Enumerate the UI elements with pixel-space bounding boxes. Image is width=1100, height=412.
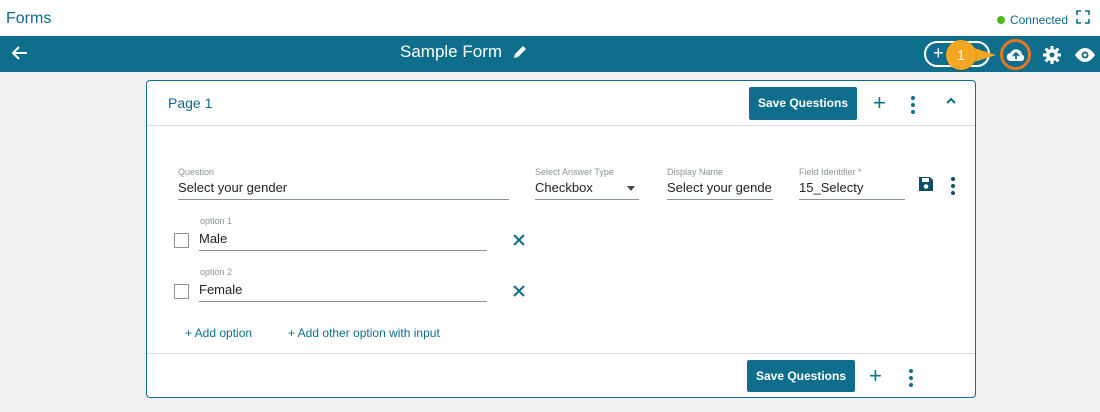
add-other-option-link[interactable]: + Add other option with input [288,326,440,340]
save-questions-footer-button[interactable]: Save Questions [747,360,855,392]
add-question-footer-button[interactable]: + [869,365,882,387]
top-bar: Forms Connected [0,0,1100,36]
page-header: Page 1 Save Questions + [147,81,975,126]
display-name-label: Display Name [667,167,724,177]
chevron-down-icon [627,186,635,191]
add-option-link[interactable]: + Add option [185,326,252,340]
answer-type-select[interactable]: Checkbox [535,180,639,200]
gear-icon[interactable] [1041,44,1063,66]
status-dot-icon [996,16,1005,24]
divider [147,353,975,354]
step-badge: 1 [946,40,976,70]
pointer-arrow [974,48,996,62]
back-arrow-icon[interactable] [10,43,30,63]
form-header: Sample Form + [0,36,1100,72]
page-card: Page 1 Save Questions + Question Select … [146,80,976,398]
app-title: Forms [6,10,52,27]
option-checkbox[interactable] [174,284,189,299]
close-icon[interactable] [512,233,526,247]
floppy-icon[interactable] [918,176,934,192]
connection-status: Connected [996,13,1068,27]
page-title: Page 1 [168,95,213,111]
fullscreen-icon[interactable] [1076,10,1090,24]
close-icon[interactable] [512,284,526,298]
option-label: option 1 [200,216,233,226]
add-question-button[interactable]: + [873,92,886,114]
eye-icon[interactable] [1074,44,1096,66]
footer-menu-button[interactable] [909,369,913,390]
form-title-group: Sample Form [400,42,528,62]
status-text: Connected [1009,13,1068,27]
answer-type-label: Select Answer Type [535,167,614,177]
page-menu-button[interactable] [911,96,915,117]
pencil-icon[interactable] [512,44,528,60]
field-identifier-input[interactable]: 15_Selecty [799,180,905,200]
display-name-input[interactable]: Select your gende [667,180,773,200]
option-input[interactable]: Male [199,231,487,251]
question-input[interactable]: Select your gender [178,180,509,200]
option-input[interactable]: Female [199,282,487,302]
option-checkbox[interactable] [174,233,189,248]
collapse-icon[interactable] [945,96,957,106]
save-questions-button[interactable]: Save Questions [749,87,857,120]
question-menu-button[interactable] [951,177,955,198]
cloud-upload-icon[interactable] [1005,44,1027,66]
field-identifier-label: Field Identifier * [799,167,862,177]
option-label: option 2 [200,267,233,277]
question-label: Question [178,167,215,177]
form-title: Sample Form [400,42,503,61]
